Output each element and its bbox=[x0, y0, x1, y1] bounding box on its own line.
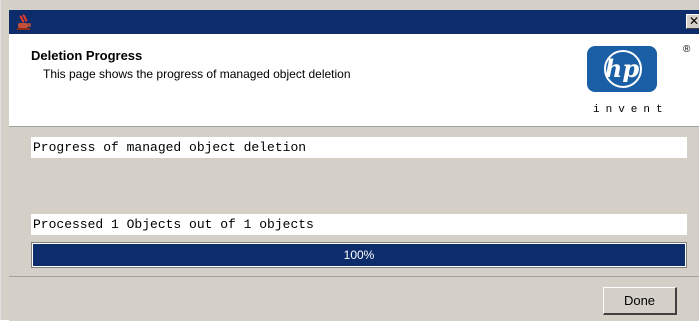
hp-logo: hp ® invent bbox=[577, 42, 695, 122]
hp-logo-text: hp bbox=[604, 54, 640, 83]
progress-panel: Progress of managed object deletion Proc… bbox=[9, 127, 699, 275]
hp-logo-badge: hp bbox=[587, 46, 657, 92]
page-subtitle: This page shows the progress of managed … bbox=[43, 67, 351, 81]
close-button[interactable]: ✕ bbox=[686, 14, 699, 29]
done-button[interactable]: Done bbox=[603, 287, 677, 315]
hp-logo-tagline: invent bbox=[593, 104, 669, 116]
button-bar: Done bbox=[9, 276, 699, 321]
title-bar[interactable]: ✕ bbox=[9, 10, 699, 34]
page-title: Deletion Progress bbox=[31, 48, 143, 63]
close-icon: ✕ bbox=[688, 14, 699, 28]
progress-percent-text: 100% bbox=[343, 248, 375, 262]
page-header: Deletion Progress This page shows the pr… bbox=[9, 34, 699, 127]
progress-bar: 100% bbox=[31, 242, 687, 268]
status-label: Progress of managed object deletion bbox=[31, 137, 687, 158]
processed-count-text: Processed 1 Objects out of 1 objects bbox=[31, 214, 687, 235]
dialog-window: ✕ Deletion Progress This page shows the … bbox=[0, 0, 699, 321]
registered-mark: ® bbox=[683, 44, 691, 55]
java-app-icon bbox=[15, 13, 33, 31]
